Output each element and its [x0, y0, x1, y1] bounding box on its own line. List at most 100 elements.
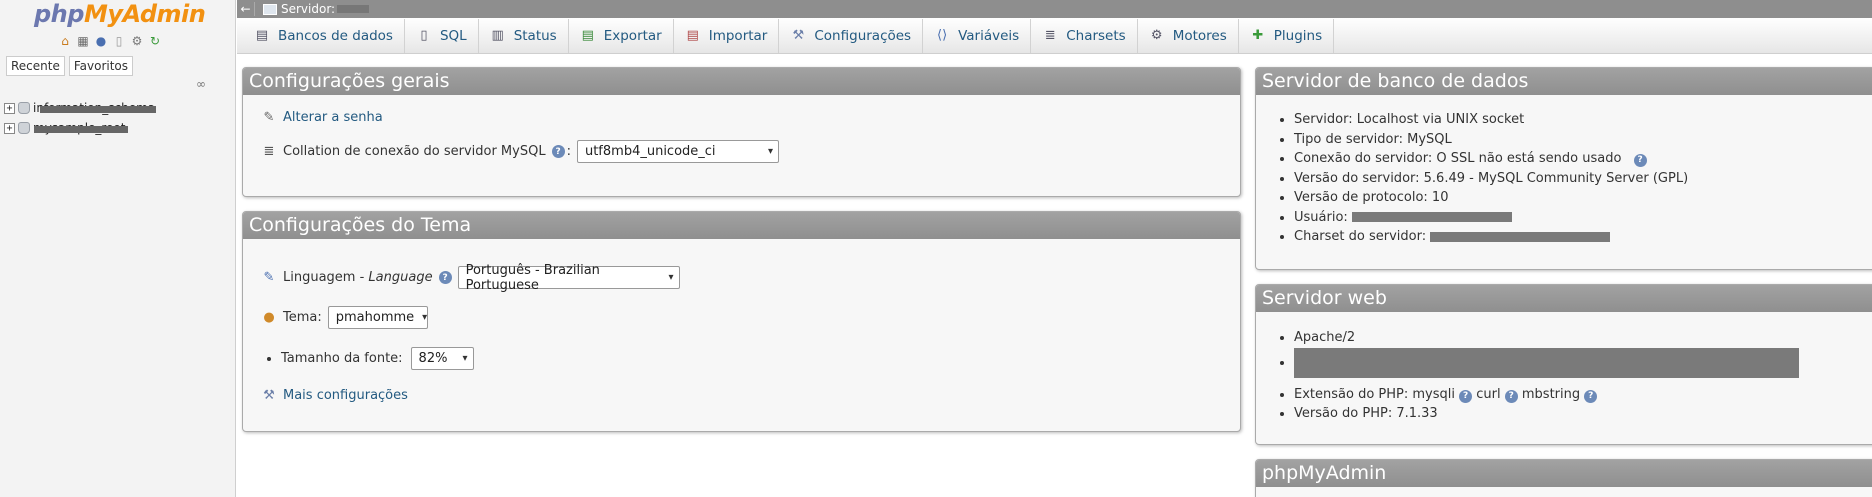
menu-databases[interactable]: ▤ Bancos de dados	[243, 18, 405, 53]
font-size-select[interactable]: 82% ▾	[410, 347, 474, 370]
help-icon[interactable]: ?	[551, 145, 565, 158]
chain-link-icon[interactable]: ∞	[196, 77, 206, 91]
theme-row: ● Tema: pmahomme ▾	[261, 306, 428, 329]
menu-plugins[interactable]: ✚ Plugins	[1239, 18, 1335, 53]
redaction-block	[337, 5, 370, 13]
server-type-item: Tipo de servidor: MySQL	[1294, 130, 1688, 150]
php-version-item: Versão do PHP: 7.1.33	[1294, 404, 1799, 424]
menu-import[interactable]: ▤ Importar	[674, 18, 780, 53]
database-server-info-list: Servidor: Localhost via UNIX socket Tipo…	[1294, 110, 1688, 247]
chevron-down-icon: ▾	[767, 146, 773, 157]
nav-tabs: Recente Favoritos	[6, 56, 134, 76]
docs-icon[interactable]: ▯	[111, 33, 127, 49]
help-icon[interactable]: ?	[438, 271, 452, 284]
expand-icon[interactable]: +	[4, 122, 15, 134]
navigation-panel: phpMyAdmin ⌂ ▦ ● ▯ ⚙ ↻ Recente Favoritos…	[0, 0, 236, 497]
language-icon: ✎	[263, 270, 275, 285]
help-icon[interactable]: ?	[1459, 389, 1473, 403]
more-settings-link[interactable]: Mais configurações	[283, 388, 408, 403]
settings-icon[interactable]: ⚙	[129, 33, 145, 49]
panel-title: Servidor web	[1256, 285, 1872, 312]
sql-icon[interactable]: ▦	[75, 33, 91, 49]
server-version-item: Versão do servidor: 5.6.49 - MySQL Commu…	[1294, 169, 1688, 189]
palette-icon: ●	[263, 310, 275, 325]
menu-settings[interactable]: ⚒ Configurações	[779, 18, 924, 53]
font-size-list: Tamanho da fonte: 82%▾	[281, 347, 474, 370]
recent-tab[interactable]: Recente	[6, 56, 65, 76]
language-row: ✎ Linguagem - Language ? Português - Bra…	[261, 263, 680, 293]
database-icon: ▤	[255, 28, 269, 43]
collation-row: ≣ Collation de conexão do servidor MySQL…	[261, 140, 779, 163]
server-charset-item: Charset do servidor:	[1294, 227, 1688, 247]
redaction-block	[40, 105, 157, 113]
help-icon[interactable]: ?	[1584, 389, 1598, 403]
edit-password-icon: ✎	[263, 110, 275, 125]
help-icon[interactable]: ●	[93, 33, 109, 49]
redaction-block	[1430, 231, 1611, 242]
panel-title: Configurações gerais	[243, 68, 1240, 95]
protocol-version-item: Versão de protocolo: 10	[1294, 188, 1688, 208]
chevron-down-icon: ▾	[668, 272, 674, 283]
web-server-panel: Servidor web Apache/2 Extensão do PHP: m…	[1255, 284, 1872, 445]
main-menu: ▤ Bancos de dados ▯ SQL ▥ Status ▤ Exportar …	[237, 18, 1872, 54]
engines-icon: ⚙	[1150, 28, 1163, 43]
change-password-row: ✎ Alterar a senha	[261, 110, 383, 125]
more-settings-row: ⚒ Mais configurações	[261, 388, 408, 403]
theme-select[interactable]: pmahomme ▾	[327, 306, 428, 329]
general-settings-panel: Configurações gerais ✎ Alterar a senha ≣…	[242, 67, 1241, 197]
font-size-row: Tamanho da fonte: 82%▾	[281, 347, 474, 370]
theme-label: Tema:	[283, 310, 322, 325]
menu-sql[interactable]: ▯ SQL	[405, 18, 479, 53]
redaction-block	[1294, 347, 1799, 378]
language-label: Linguagem - Language	[283, 270, 433, 285]
charsets-icon: ≣	[1044, 28, 1056, 43]
wrench-icon: ⚒	[792, 28, 805, 43]
menu-variables[interactable]: ⟨⟩ Variáveis	[923, 18, 1032, 53]
collation-icon: ≣	[263, 144, 275, 159]
database-server-panel: Servidor de banco de dados Servidor: Loc…	[1255, 67, 1872, 270]
menu-export[interactable]: ▤ Exportar	[569, 18, 674, 53]
phpmyadmin-panel: phpMyAdmin	[1255, 459, 1872, 497]
menu-charsets[interactable]: ≣ Charsets	[1031, 18, 1138, 53]
database-icon	[18, 102, 30, 114]
database-item[interactable]: + mysample_root	[4, 118, 156, 138]
panel-title: Configurações do Tema	[243, 212, 1240, 239]
menu-engines[interactable]: ⚙ Motores	[1138, 18, 1239, 53]
menu-status[interactable]: ▥ Status	[479, 18, 569, 53]
web-server-info-list: Apache/2 Extensão do PHP: mysqli ? curl …	[1294, 328, 1799, 424]
help-icon[interactable]: ?	[1504, 389, 1518, 403]
change-password-link[interactable]: Alterar a senha	[283, 110, 383, 125]
sql-icon: ▯	[420, 28, 428, 43]
plugin-icon: ✚	[1252, 28, 1264, 43]
reload-icon[interactable]: ↻	[147, 33, 163, 49]
server-icon	[263, 3, 277, 15]
help-icon[interactable]: ?	[1633, 154, 1647, 168]
breadcrumb-bar: ← Servidor:	[237, 0, 1872, 18]
panel-title: Servidor de banco de dados	[1256, 68, 1872, 95]
redaction-block	[1351, 212, 1512, 222]
collapse-nav-icon[interactable]: ←	[237, 2, 255, 16]
status-icon: ▥	[491, 28, 504, 43]
expand-icon[interactable]: +	[4, 102, 15, 114]
database-tree: + information_schema + mysample_root	[4, 98, 157, 138]
phpmyadmin-logo[interactable]: phpMyAdmin	[34, 0, 206, 28]
user-item: Usuário:	[1294, 208, 1688, 228]
server-info-item: Servidor: Localhost via UNIX socket	[1294, 110, 1688, 130]
language-select[interactable]: Português - Brazilian Portuguese ▾	[457, 263, 680, 293]
redaction-block	[34, 125, 129, 133]
breadcrumb-server[interactable]: Servidor:	[281, 2, 335, 16]
collation-select[interactable]: utf8mb4_unicode_ci ▾	[576, 140, 779, 163]
panel-title: phpMyAdmin	[1256, 460, 1872, 487]
chevron-down-icon: ▾	[422, 312, 428, 323]
home-icon[interactable]: ⌂	[57, 33, 73, 49]
database-icon	[18, 122, 30, 134]
server-connection-item: Conexão do servidor: O SSL não está send…	[1294, 149, 1688, 169]
variables-icon: ⟨⟩	[937, 28, 948, 43]
database-item[interactable]: + information_schema	[4, 98, 157, 118]
chevron-down-icon: ▾	[462, 352, 468, 364]
font-size-label: Tamanho da fonte:	[281, 350, 403, 366]
apache-item: Apache/2	[1294, 328, 1799, 348]
favorites-tab[interactable]: Favoritos	[68, 56, 134, 76]
redacted-item	[1294, 347, 1799, 385]
wrench-icon: ⚒	[263, 388, 275, 403]
